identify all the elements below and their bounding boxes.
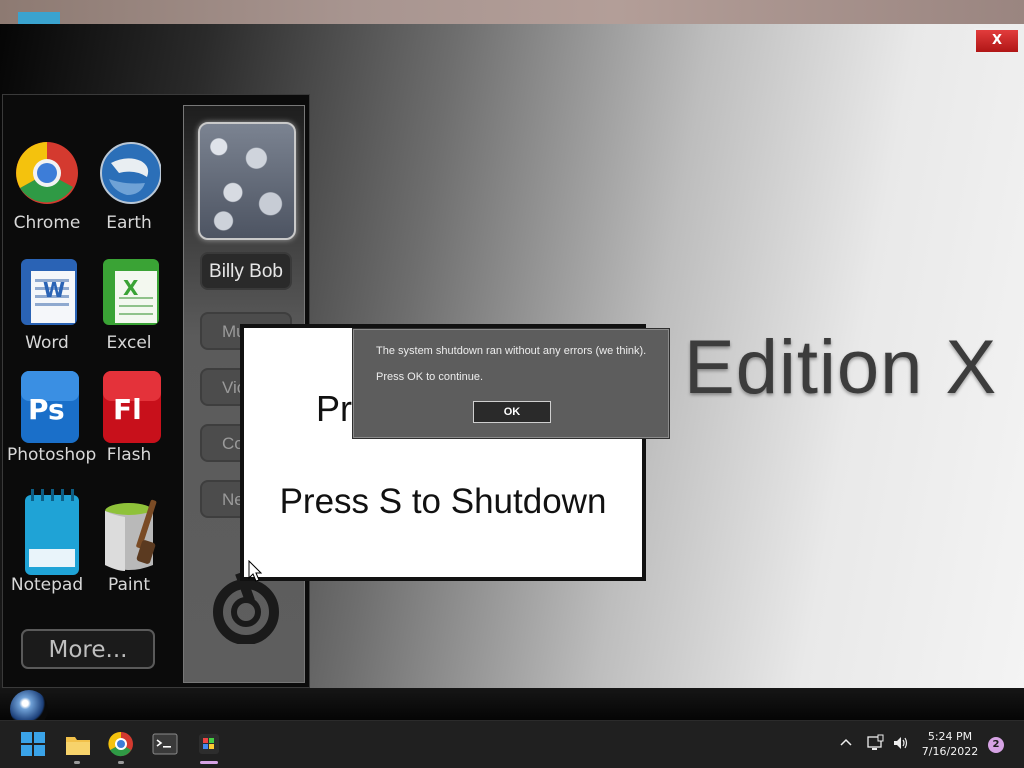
start-icon[interactable]	[20, 731, 48, 759]
terminal-icon[interactable]	[152, 731, 180, 759]
svg-text:Ps: Ps	[28, 393, 65, 426]
google-earth-icon	[97, 133, 162, 211]
clock-date: 7/16/2022	[921, 745, 979, 758]
running-indicator	[118, 761, 124, 764]
svg-text:Fl: Fl	[113, 393, 142, 426]
active-indicator	[200, 761, 218, 764]
app-chrome[interactable]: Chrome	[7, 133, 87, 233]
avatar[interactable]	[198, 122, 296, 240]
remote-desktop-icon[interactable]	[196, 731, 224, 759]
taskbar: 5:24 PM 7/16/2022 2	[0, 720, 1024, 768]
svg-text:X: X	[123, 276, 139, 300]
desktop-background: X Edition X Chrome Earth W Word X Excel …	[0, 24, 1024, 720]
file-explorer-icon[interactable]	[64, 731, 92, 759]
flash-icon: Fl	[97, 365, 161, 443]
app-word[interactable]: W Word	[7, 253, 87, 353]
app-label: Paint	[107, 575, 151, 595]
mouse-cursor-icon	[248, 559, 263, 586]
notepad-icon	[15, 485, 79, 575]
app-photoshop[interactable]: Ps Photoshop	[7, 365, 97, 465]
running-indicator	[74, 761, 80, 764]
notification-badge[interactable]: 2	[988, 737, 1004, 753]
message-box: The system shutdown ran without any erro…	[352, 328, 670, 439]
photoshop-icon: Ps	[15, 365, 79, 443]
chrome-icon[interactable]	[108, 731, 136, 759]
app-label: Earth	[106, 213, 152, 233]
taskbar-clock[interactable]: 5:24 PM 7/16/2022	[916, 729, 984, 759]
app-label: Notepad	[10, 575, 84, 595]
message-line-2: Press OK to continue.	[376, 371, 483, 383]
more-programs-button[interactable]: More...	[21, 629, 155, 669]
svg-text:W: W	[43, 278, 65, 302]
edition-title: Edition X	[684, 325, 998, 410]
app-excel[interactable]: X Excel	[89, 253, 169, 353]
app-label: Excel	[106, 333, 152, 353]
message-line-1: The system shutdown ran without any erro…	[376, 345, 647, 357]
app-flash[interactable]: Fl Flash	[89, 365, 169, 465]
app-label: Flash	[106, 445, 152, 465]
app-paint[interactable]: Paint	[89, 485, 169, 595]
chrome-icon	[15, 133, 79, 211]
app-label: Word	[25, 333, 69, 353]
word-icon: W	[15, 253, 79, 331]
excel-icon: X	[97, 253, 161, 331]
titlebar-fragment	[18, 12, 60, 24]
user-name-button[interactable]: Billy Bob	[200, 252, 292, 290]
legacy-taskbar-strip	[0, 688, 1024, 720]
show-hidden-icons-icon[interactable]	[838, 735, 854, 755]
shutdown-instruction: Press S to Shutdown	[279, 482, 607, 521]
ok-button[interactable]: OK	[473, 401, 551, 423]
app-earth[interactable]: Earth	[89, 133, 169, 233]
app-label: Photoshop	[7, 445, 97, 465]
volume-icon[interactable]	[892, 734, 910, 756]
clock-time: 5:24 PM	[927, 730, 973, 743]
paint-bucket-icon	[97, 485, 161, 571]
close-button[interactable]: X	[974, 28, 1020, 54]
top-strip	[0, 0, 1024, 24]
app-label: Chrome	[13, 213, 81, 233]
app-notepad[interactable]: Notepad	[7, 485, 87, 595]
network-icon[interactable]	[866, 734, 884, 756]
